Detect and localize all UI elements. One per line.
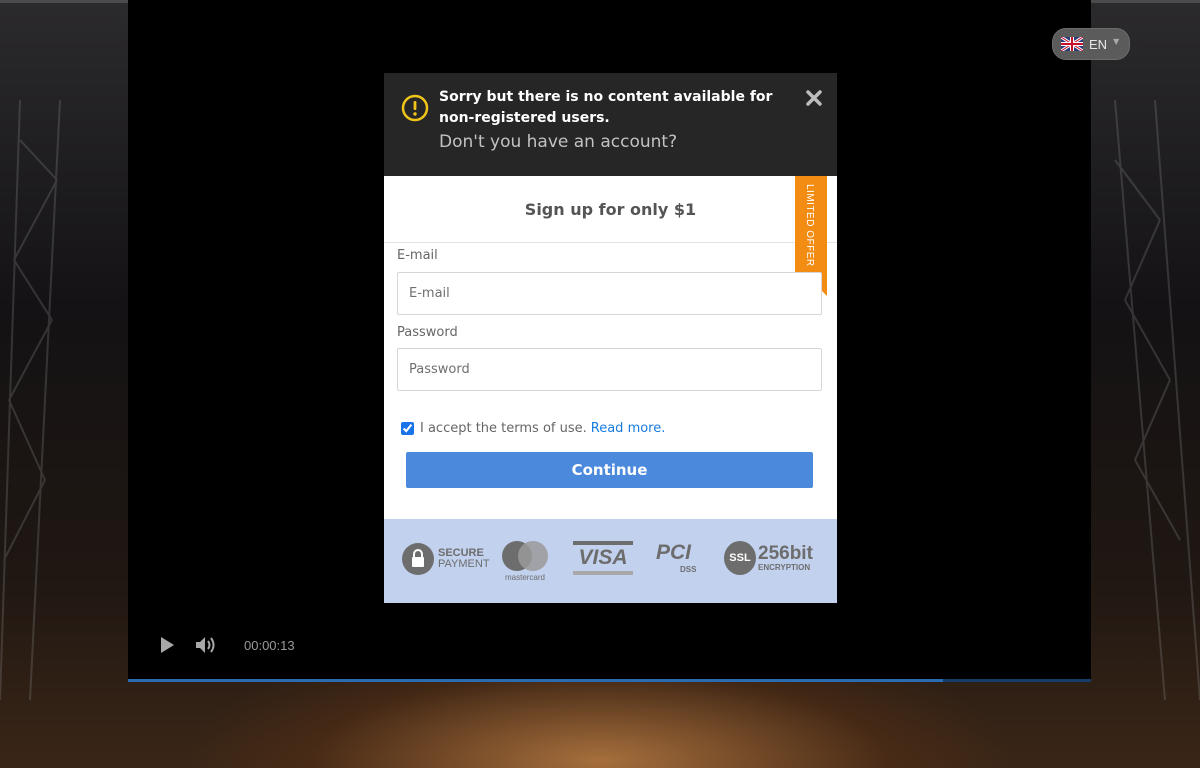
terms-text: I accept the terms of use. — [420, 421, 587, 436]
ribbon-label: LIMITED OFFER — [804, 184, 815, 267]
playback-progress-bar[interactable] — [128, 679, 1091, 682]
email-label: E-mail — [397, 248, 438, 263]
close-icon[interactable] — [804, 88, 824, 108]
mastercard-badge: mastercard — [500, 541, 550, 582]
password-label: Password — [397, 325, 458, 340]
lock-icon — [402, 543, 434, 575]
right-truss-decoration — [1114, 100, 1200, 700]
mastercard-logo — [502, 541, 548, 571]
continue-button[interactable]: Continue — [406, 452, 813, 488]
playback-time: 00:00:13 — [244, 638, 295, 653]
alert-subtext: Don't you have an account? — [439, 132, 678, 152]
pci-label: PCI — [656, 541, 692, 564]
ssl-encryption-badge: SSL 256bit ENCRYPTION — [724, 541, 813, 575]
mastercard-label: mastercard — [504, 573, 545, 582]
ssl-label: SSL — [729, 552, 751, 564]
dss-label: DSS — [680, 565, 697, 574]
ssl-seal: SSL — [724, 541, 756, 575]
payment-label: PAYMENT — [438, 558, 490, 570]
chevron-down-icon: ▼ — [1113, 36, 1120, 46]
payment-badges-strip: SECURE PAYMENT mastercard VISA PCI DSS S… — [384, 519, 837, 603]
ssl-encryption-label: ENCRYPTION — [758, 562, 811, 572]
ssl-bits-label: 256bit — [758, 542, 813, 564]
visa-bottom-bar — [573, 571, 633, 575]
visa-badge: VISA — [573, 541, 633, 579]
terms-checkbox[interactable] — [401, 422, 414, 435]
access-alert: Sorry but there is no content available … — [384, 73, 837, 176]
signup-heading: Sign up for only $1 — [384, 176, 837, 243]
language-selector[interactable]: EN ▼ — [1052, 28, 1130, 60]
uk-flag-icon — [1061, 37, 1083, 51]
playback-progress-fill — [128, 679, 943, 682]
alert-message: Sorry but there is no content available … — [439, 89, 773, 126]
play-icon[interactable] — [158, 636, 176, 654]
secure-payment-badge: SECURE PAYMENT — [402, 543, 490, 575]
email-field[interactable] — [397, 272, 822, 315]
terms-row: I accept the terms of use. Read more. — [401, 421, 665, 436]
signup-form: Sign up for only $1 LIMITED OFFER E-mail… — [384, 176, 837, 519]
language-code: EN — [1089, 36, 1108, 52]
volume-icon[interactable] — [194, 635, 218, 655]
warning-circle-icon — [401, 94, 429, 122]
password-field[interactable] — [397, 348, 822, 391]
pci-dss-badge: PCI DSS — [656, 541, 708, 579]
signup-modal: Sorry but there is no content available … — [384, 73, 837, 603]
visa-label: VISA — [578, 546, 628, 569]
left-truss-decoration — [0, 100, 61, 700]
read-more-link[interactable]: Read more. — [591, 421, 666, 436]
